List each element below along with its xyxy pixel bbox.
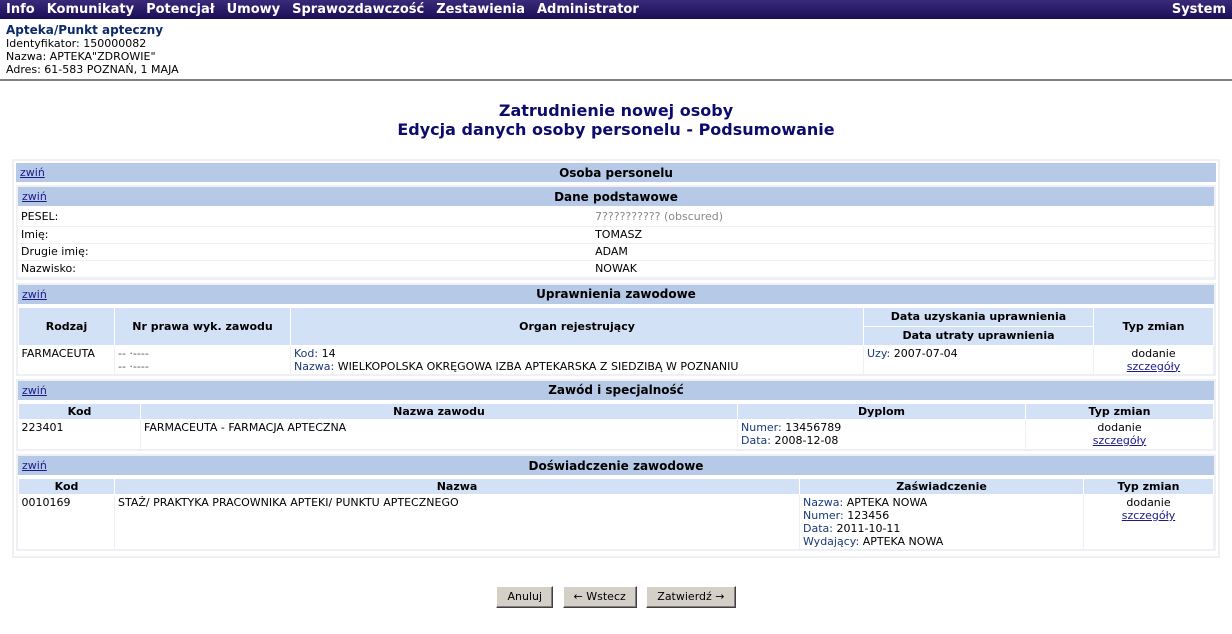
col-kod: Kod — [18, 402, 141, 420]
permission-typ: dodanie szczegóły — [1093, 345, 1214, 374]
col-nazwa: Nazwa — [114, 478, 800, 495]
surname-label: Nazwisko: — [18, 260, 593, 278]
col-rodzaj: Rodzaj — [18, 306, 115, 346]
table-row: Imię: TOMASZ — [18, 226, 1214, 244]
pharmacy-title: Apteka/Punkt apteczny — [6, 23, 164, 37]
permission-nr: -- ·---- -- ·---- — [114, 345, 291, 374]
second-name-value: ADAM — [592, 243, 1214, 261]
permissions-table: Rodzaj Nr prawa wyk. zawodu Organ rejest… — [18, 306, 1214, 374]
menu-sprawozdawczosc[interactable]: Sprawozdawczość — [292, 2, 424, 17]
profession-table: Kod Nazwa zawodu Dyplom Typ zmian 223401… — [18, 402, 1214, 449]
pesel-label: PESEL: — [18, 209, 593, 227]
profession-dyplom: Numer: 13456789 Data: 2008-12-08 — [737, 419, 1026, 449]
collapse-experience-link[interactable]: zwiń — [22, 459, 47, 472]
profession-title: Zawód i specjalność — [548, 383, 684, 397]
experience-details-link[interactable]: szczegóły — [1122, 509, 1175, 522]
page-title-line2: Edycja danych osoby personelu - Podsumow… — [397, 120, 835, 139]
back-button[interactable]: ← Wstecz — [562, 586, 637, 608]
experience-nazwa: STAŻ/ PRAKTYKA PRACOWNIKA APTEKI/ PUNKTU… — [114, 494, 800, 549]
basic-data-table: PESEL: 7?????????? (obscured) Imię: TOMASZ… — [18, 209, 1214, 278]
collapse-basic-link[interactable]: zwiń — [22, 190, 47, 203]
experience-title: Doświadczenie zawodowe — [528, 458, 704, 473]
profession-typ: dodanie szczegóły — [1025, 419, 1214, 449]
menu-system[interactable]: System — [1172, 2, 1226, 17]
experience-header: zwiń Doświadczenie zawodowe — [18, 456, 1214, 475]
col-typ-zmian: Typ zmian — [1093, 306, 1214, 346]
collapse-profession-link[interactable]: zwiń — [22, 384, 47, 397]
table-row: Nazwisko: NOWAK — [18, 260, 1214, 278]
page-title: Zatrudnienie nowej osoby Edycja danych o… — [0, 101, 1232, 139]
experience-certificate: Nazwa: APTEKA NOWA Numer: 123456 Data: 2… — [799, 494, 1084, 549]
profession-nazwa: FARMACEUTA - FARMACJA APTECZNA — [140, 419, 738, 449]
col-typ-zmian: Typ zmian — [1083, 478, 1214, 495]
col-kod: Kod — [18, 478, 115, 495]
pesel-value: 7?????????? (obscured) — [592, 209, 1214, 227]
first-name-value: TOMASZ — [592, 226, 1214, 244]
profession-header: zwiń Zawód i specjalność — [18, 380, 1214, 400]
col-typ-zmian: Typ zmian — [1025, 402, 1214, 420]
person-section: zwiń Osoba personelu zwiń Dane podstawow… — [12, 159, 1220, 558]
col-nr-prawa: Nr prawa wyk. zawodu — [114, 306, 291, 346]
basic-data-section: zwiń Dane podstawowe PESEL: 7?????????? (… — [16, 185, 1216, 280]
experience-table: Kod Nazwa Zaświadczenie Typ zmian 001016… — [18, 478, 1214, 549]
col-data-uzyskania: Data uzyskania uprawnienia — [863, 306, 1094, 327]
menu-komunikaty[interactable]: Komunikaty — [47, 2, 134, 17]
first-name-label: Imię: — [18, 226, 593, 244]
permissions-section: zwiń Uprawnienia zawodowe Rodzaj Nr praw… — [16, 282, 1216, 376]
experience-section: zwiń Doświadczenie zawodowe Kod Nazwa Za… — [16, 454, 1216, 551]
experience-kod: 0010169 — [18, 494, 115, 549]
col-data-utraty: Data utraty uprawnienia — [863, 325, 1094, 346]
second-name-label: Drugie imię: — [18, 243, 593, 261]
pharmacy-id: Identyfikator: 150000082 — [6, 37, 147, 50]
person-section-header: zwiń Osoba personelu — [16, 163, 1216, 182]
person-section-title: Osoba personelu — [559, 165, 673, 180]
permission-dates: Uzy: 2007-07-04 — [863, 345, 1094, 374]
surname-value: NOWAK — [592, 260, 1214, 278]
basic-data-title: Dane podstawowe — [554, 189, 678, 204]
col-dyplom: Dyplom — [737, 402, 1026, 420]
confirm-button[interactable]: Zatwierdź → — [646, 586, 736, 608]
profession-details-link[interactable]: szczegóły — [1093, 434, 1146, 447]
menu-zestawienia[interactable]: Zestawienia — [436, 2, 525, 17]
permission-organ: Kod: 14 Nazwa: WIELKOPOLSKA OKRĘGOWA IZB… — [290, 345, 864, 374]
collapse-person-link[interactable]: zwiń — [20, 166, 45, 179]
col-zaswiadczenie: Zaświadczenie — [799, 478, 1084, 495]
collapse-permissions-link[interactable]: zwiń — [22, 288, 47, 301]
basic-data-header: zwiń Dane podstawowe — [18, 187, 1214, 206]
page-title-line1: Zatrudnienie nowej osoby — [498, 101, 734, 120]
menu-administrator[interactable]: Administrator — [537, 2, 639, 17]
menu-potencjal[interactable]: Potencjał — [146, 2, 215, 17]
cancel-button[interactable]: Anuluj — [496, 586, 554, 608]
top-menu-bar: Info Komunikaty Potencjał Umowy Sprawozd… — [0, 0, 1232, 19]
table-row: PESEL: 7?????????? (obscured) — [18, 209, 1214, 227]
experience-typ: dodanie szczegóły — [1083, 494, 1214, 549]
menu-info[interactable]: Info — [6, 2, 35, 17]
permissions-header: zwiń Uprawnienia zawodowe — [18, 284, 1214, 304]
table-row: 223401 FARMACEUTA - FARMACJA APTECZNA Nu… — [18, 419, 1214, 449]
profession-section: zwiń Zawód i specjalność Kod Nazwa zawod… — [16, 378, 1216, 451]
table-row: 0010169 STAŻ/ PRAKTYKA PRACOWNIKA APTEKI… — [18, 494, 1214, 549]
action-buttons: Anuluj ← Wstecz Zatwierdź → — [0, 586, 1232, 608]
pharmacy-name: Nazwa: APTEKA"ZDROWIE" — [6, 50, 156, 63]
permissions-title: Uprawnienia zawodowe — [536, 287, 696, 301]
menu-umowy[interactable]: Umowy — [227, 2, 281, 17]
table-row: Drugie imię: ADAM — [18, 243, 1214, 261]
col-nazwa-zawodu: Nazwa zawodu — [140, 402, 738, 420]
pharmacy-info: Apteka/Punkt apteczny Identyfikator: 150… — [0, 19, 1232, 81]
permission-rodzaj: FARMACEUTA — [18, 345, 115, 374]
profession-kod: 223401 — [18, 419, 141, 449]
pharmacy-address: Adres: 61-583 POZNAŃ, 1 MAJA — [6, 63, 179, 76]
permission-details-link[interactable]: szczegóły — [1127, 360, 1180, 373]
col-organ: Organ rejestrujący — [290, 306, 864, 346]
table-row: FARMACEUTA -- ·---- -- ·---- Kod: 14 Nazw… — [18, 345, 1214, 374]
